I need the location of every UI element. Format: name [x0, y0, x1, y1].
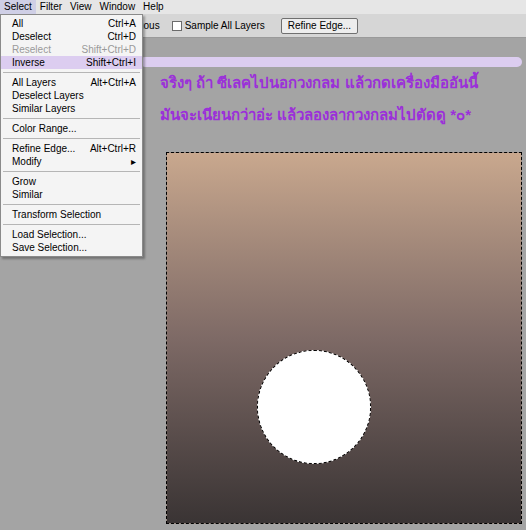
menu-separator [1, 115, 142, 122]
annotation-line: มันจะเนียนกว่าอ่ะ แล้วลองลากวงกลมไปตัดดู… [160, 105, 526, 125]
menu-item[interactable]: Refine Edge...Alt+Ctrl+R [1, 142, 142, 155]
annotation: จริงๆ ถ้า ซีเลคไปนอกวงกลม แล้วกดเครื่องม… [160, 73, 526, 125]
checkbox[interactable] [172, 21, 182, 31]
menu-separator [1, 201, 142, 208]
menu-separator [1, 69, 142, 76]
menu-item[interactable]: All LayersAlt+Ctrl+A [1, 76, 142, 89]
menu-item[interactable]: Transform Selection [1, 208, 142, 221]
menu-item[interactable]: Similar Layers [1, 102, 142, 115]
annotation-line: จริงๆ ถ้า ซีเลคไปนอกวงกลม แล้วกดเครื่องม… [160, 73, 526, 93]
menu-bar-item[interactable]: Filter [36, 0, 66, 14]
menu-item[interactable]: Color Range... [1, 122, 142, 135]
photo [167, 153, 521, 523]
document-canvas[interactable] [166, 152, 522, 524]
menu-bar-item[interactable]: View [66, 0, 96, 14]
menu-separator [1, 168, 142, 175]
menu-item[interactable]: ReselectShift+Ctrl+D [1, 43, 142, 56]
menu-item[interactable]: Deselect Layers [1, 89, 142, 102]
menu-item[interactable]: Load Selection... [1, 228, 142, 241]
checkbox-row[interactable]: Sample All Layers [172, 18, 265, 33]
menu-item[interactable]: AllCtrl+A [1, 17, 142, 30]
highlight-strip [140, 57, 522, 67]
menu-bar-item[interactable]: Window [96, 0, 140, 14]
menu-separator [1, 221, 142, 228]
menu-item[interactable]: Grow [1, 175, 142, 188]
photoshop-window: SelectFilterViewWindowHelpuousSample All… [0, 0, 526, 530]
circle-selection[interactable] [257, 350, 371, 464]
menu-bar: SelectFilterViewWindowHelp [0, 0, 526, 14]
menu-bar-item[interactable]: Help [139, 0, 168, 14]
refine-edge-button[interactable]: Refine Edge... [281, 18, 358, 34]
menu-item[interactable]: Similar [1, 188, 142, 201]
menu-item[interactable]: Modify▸ [1, 155, 142, 168]
menu-item[interactable]: Save Selection... [1, 241, 142, 254]
menu-item[interactable]: DeselectCtrl+D [1, 30, 142, 43]
menu-item[interactable]: InverseShift+Ctrl+I [1, 56, 142, 69]
menu-bar-item[interactable]: Select [0, 0, 36, 14]
menu-separator [1, 135, 142, 142]
select-menu: AllCtrl+ADeselectCtrl+DReselectShift+Ctr… [0, 14, 143, 257]
